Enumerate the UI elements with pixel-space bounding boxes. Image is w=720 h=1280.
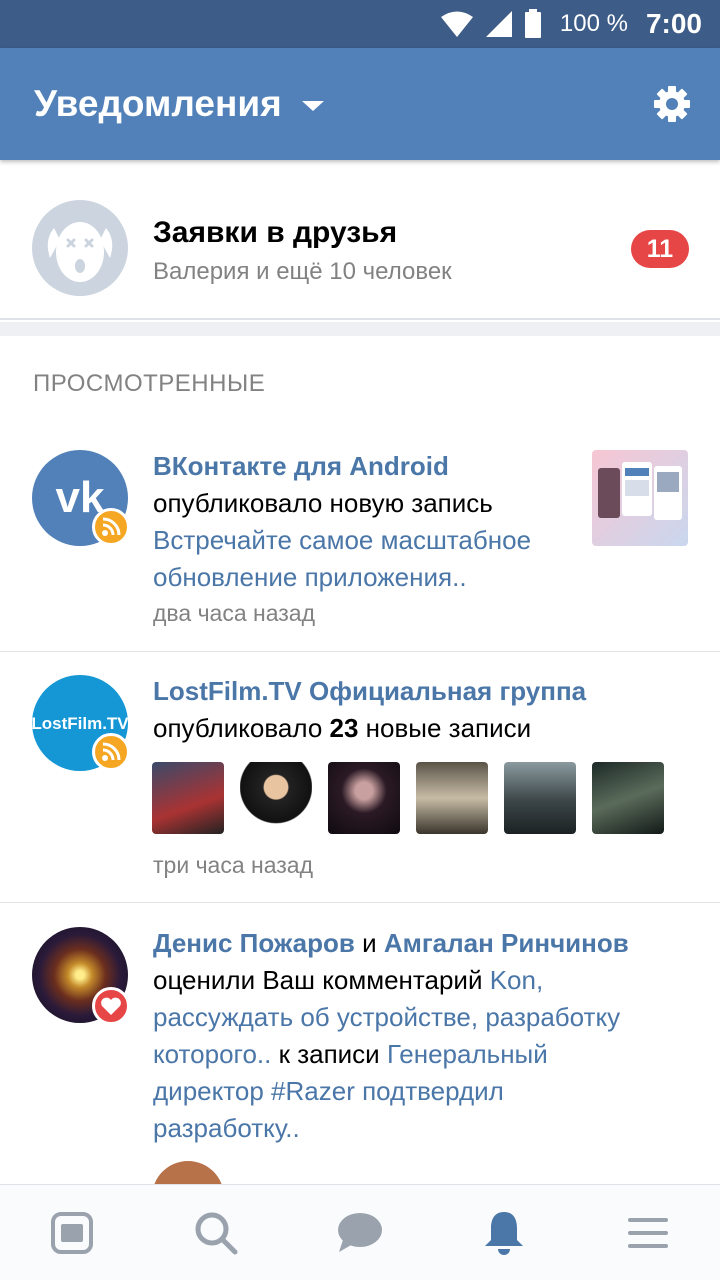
friend-requests-subtitle: Валерия и ещё 10 человек (153, 258, 452, 285)
news-icon (51, 1211, 93, 1254)
signal-icon (485, 11, 512, 37)
post-link[interactable]: Встречайте самое масштабное (153, 522, 573, 559)
comment-link-continued[interactable]: рассуждать об устройстве, разработку (153, 999, 693, 1036)
bell-icon (485, 1211, 523, 1255)
source-name-link[interactable]: LostFilm.TV Официальная группа (153, 673, 693, 710)
post-thumbnail[interactable] (592, 762, 664, 834)
comment-link[interactable]: Kon, (490, 965, 544, 995)
rss-icon (92, 508, 130, 546)
notification-text: LostFilm.TV Официальная группа опубликов… (153, 673, 693, 747)
rss-icon (92, 733, 130, 771)
comment-link-end[interactable]: которого.. (153, 1039, 271, 1069)
page-title[interactable]: Уведомления (34, 83, 282, 125)
tab-news[interactable] (0, 1185, 144, 1280)
notification-item[interactable]: Денис Пожаров и Амгалан Ринчинов оценили… (0, 903, 720, 1233)
post-thumbnail[interactable] (240, 762, 312, 834)
action-text: опубликовало 23 новые записи (153, 713, 532, 743)
notification-item[interactable]: vk ВКонтакте для Android опубликовало но… (0, 422, 720, 652)
search-icon (195, 1212, 238, 1254)
post-thumbnail[interactable] (592, 450, 688, 546)
notification-text: Денис Пожаров и Амгалан Ринчинов оценили… (153, 925, 693, 1147)
messages-icon (338, 1212, 382, 1252)
action-text: опубликовало новую запись (153, 488, 493, 518)
post-count: 23 (329, 713, 359, 743)
timestamp: два часа назад (153, 600, 316, 626)
notification-text: ВКонтакте для Android опубликовало новую… (153, 448, 573, 596)
post-thumbnail[interactable] (152, 762, 224, 834)
tab-menu[interactable] (576, 1185, 720, 1280)
chevron-down-icon[interactable] (301, 101, 324, 111)
battery-level: 100 % (559, 10, 628, 37)
menu-icon (628, 1217, 668, 1248)
bottom-navigation (0, 1184, 720, 1280)
notification-item[interactable]: LostFilm.TV LostFilm.TV Официальная груп… (0, 652, 720, 903)
section-title: ПРОСМОТРЕННЫЕ (33, 370, 266, 397)
tab-messages[interactable] (288, 1185, 432, 1280)
battery-icon (524, 9, 541, 38)
post-thumbnail[interactable] (416, 762, 488, 834)
source-name-link[interactable]: ВКонтакте для Android (153, 448, 573, 485)
user-name-link[interactable]: Денис Пожаров (153, 928, 355, 958)
heart-icon (92, 987, 130, 1025)
gear-icon[interactable] (652, 84, 692, 124)
post-link-end[interactable]: разработку.. (153, 1110, 693, 1147)
clock: 7:00 (645, 8, 702, 39)
section-divider (0, 322, 720, 336)
post-link-continued[interactable]: директор #Razer подтвердил (153, 1073, 693, 1110)
status-bar: 100 % 7:00 (0, 0, 720, 48)
wifi-icon (440, 11, 473, 37)
friend-requests-badge: 11 (631, 230, 689, 268)
user-name-link[interactable]: Амгалан Ринчинов (384, 928, 629, 958)
timestamp: три часа назад (153, 852, 314, 878)
post-thumbnail[interactable] (328, 762, 400, 834)
friend-requests-row[interactable]: Заявки в друзья Валерия и ещё 10 человек… (0, 160, 720, 320)
post-link[interactable]: Генеральный (387, 1039, 548, 1069)
lostfilm-logo-text: LostFilm.TV (32, 714, 128, 733)
deactivated-dog-avatar (32, 200, 128, 296)
post-thumbnail[interactable] (504, 762, 576, 834)
tab-notifications[interactable] (432, 1185, 576, 1280)
post-link-continued[interactable]: обновление приложения.. (153, 559, 573, 596)
tab-search[interactable] (144, 1185, 288, 1280)
app-bar: Уведомления (0, 48, 720, 160)
friend-requests-title: Заявки в друзья (153, 216, 398, 249)
